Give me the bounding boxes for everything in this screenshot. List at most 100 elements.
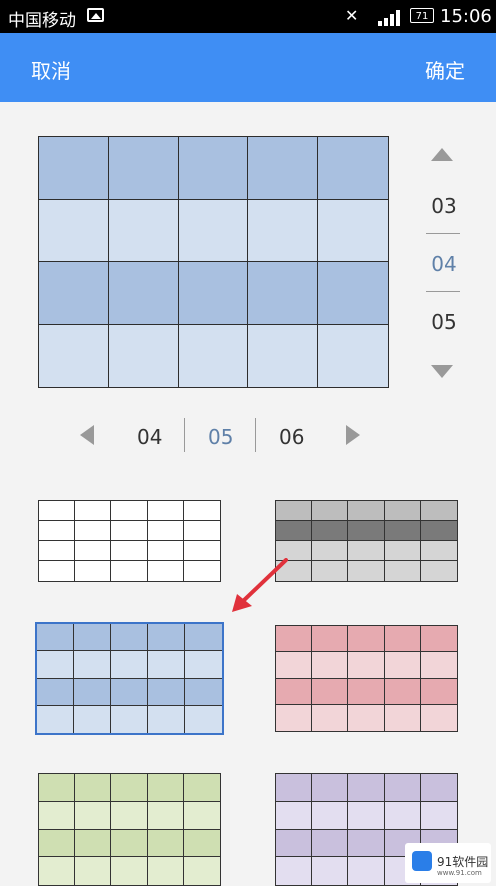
preview-cell: [318, 262, 388, 325]
style-cell: [348, 774, 385, 802]
divider: [426, 233, 460, 234]
style-cell: [111, 705, 148, 733]
style-cell: [276, 704, 313, 731]
style-cell: [75, 774, 112, 802]
clock: 15:06: [440, 6, 492, 27]
style-cell: [312, 801, 349, 830]
style-cell: [111, 857, 148, 885]
style-cell: [37, 678, 74, 706]
style-cell: [148, 705, 185, 733]
cancel-button[interactable]: 取消: [31, 55, 71, 84]
preview-cell: [178, 137, 249, 200]
row-count-picker[interactable]: 03 04 05: [416, 140, 472, 390]
style-cell: [147, 829, 184, 858]
column-option[interactable]: 06: [279, 425, 304, 449]
style-cell: [185, 705, 222, 733]
red-arrow-annotation: [232, 558, 288, 612]
table-style-red[interactable]: [275, 625, 458, 732]
preview-cell: [178, 262, 249, 325]
style-cell: [185, 651, 222, 679]
style-cell: [111, 521, 148, 541]
style-cell: [75, 801, 112, 830]
style-cell: [312, 829, 349, 858]
style-cell: [276, 774, 313, 802]
style-cell: [420, 626, 457, 653]
column-option-selected[interactable]: 05: [208, 425, 233, 449]
status-bar: 中国移动 ✕ 71 15:06: [0, 0, 496, 33]
style-cell: [420, 704, 457, 731]
row-option-selected[interactable]: 04: [416, 252, 472, 276]
style-cell: [312, 501, 349, 521]
style-cell: [384, 678, 421, 705]
style-cell: [348, 501, 385, 521]
row-option[interactable]: 05: [416, 310, 472, 334]
style-cell: [420, 501, 457, 521]
style-cell: [276, 857, 313, 885]
watermark-sub: www.91.com: [437, 869, 482, 877]
style-cell: [348, 652, 385, 679]
style-cell: [312, 678, 349, 705]
style-cell: [111, 801, 148, 830]
style-cell: [420, 521, 457, 541]
table-style-green[interactable]: [38, 773, 221, 886]
preview-cell: [108, 324, 179, 387]
arrow-down-icon[interactable]: [431, 365, 453, 378]
style-cell: [276, 521, 313, 541]
style-cell: [312, 704, 349, 731]
table-style-gray[interactable]: [275, 500, 458, 582]
style-cell: [75, 857, 112, 885]
style-cell: [39, 774, 76, 802]
style-cell: [74, 705, 111, 733]
style-cell: [74, 678, 111, 706]
row-option[interactable]: 03: [416, 194, 472, 218]
arrow-up-icon[interactable]: [431, 148, 453, 161]
style-cell: [37, 651, 74, 679]
style-cell: [111, 501, 148, 521]
column-option[interactable]: 04: [137, 425, 162, 449]
table-style-white[interactable]: [38, 500, 221, 582]
style-cell: [147, 774, 184, 802]
style-cell: [384, 501, 421, 521]
style-cell: [384, 774, 421, 802]
preview-cell: [248, 199, 319, 262]
style-cell: [312, 652, 349, 679]
column-count-picker[interactable]: 04 05 06: [80, 418, 370, 454]
style-cell: [147, 521, 184, 541]
preview-cell: [108, 199, 179, 262]
style-cell: [183, 541, 220, 561]
preview-cell: [39, 137, 109, 200]
style-cell: [39, 829, 76, 858]
style-cell: [39, 521, 76, 541]
style-cell: [74, 624, 111, 652]
style-cell: [384, 541, 421, 561]
style-cell: [183, 521, 220, 541]
style-cell: [111, 651, 148, 679]
style-cell: [183, 774, 220, 802]
style-cell: [420, 541, 457, 561]
style-cell: [111, 561, 148, 581]
table-preview: [38, 136, 389, 388]
style-cell: [148, 678, 185, 706]
arrow-right-icon[interactable]: [346, 425, 360, 445]
preview-cell: [318, 324, 388, 387]
style-cell: [39, 857, 76, 885]
style-cell: [74, 651, 111, 679]
style-cell: [384, 652, 421, 679]
style-cell: [75, 541, 112, 561]
style-cell: [147, 801, 184, 830]
preview-cell: [108, 262, 179, 325]
divider: [426, 291, 460, 292]
arrow-left-icon[interactable]: [80, 425, 94, 445]
table-style-blue[interactable]: [35, 622, 224, 735]
style-cell: [148, 624, 185, 652]
style-cell: [420, 678, 457, 705]
confirm-button[interactable]: 确定: [425, 55, 465, 84]
style-cell: [276, 501, 313, 521]
style-cell: [183, 561, 220, 581]
style-cell: [384, 521, 421, 541]
style-cell: [348, 857, 385, 885]
style-cell: [147, 541, 184, 561]
battery-icon: 71: [410, 8, 434, 23]
mute-icon: ✕: [345, 6, 359, 25]
preview-cell: [178, 324, 249, 387]
